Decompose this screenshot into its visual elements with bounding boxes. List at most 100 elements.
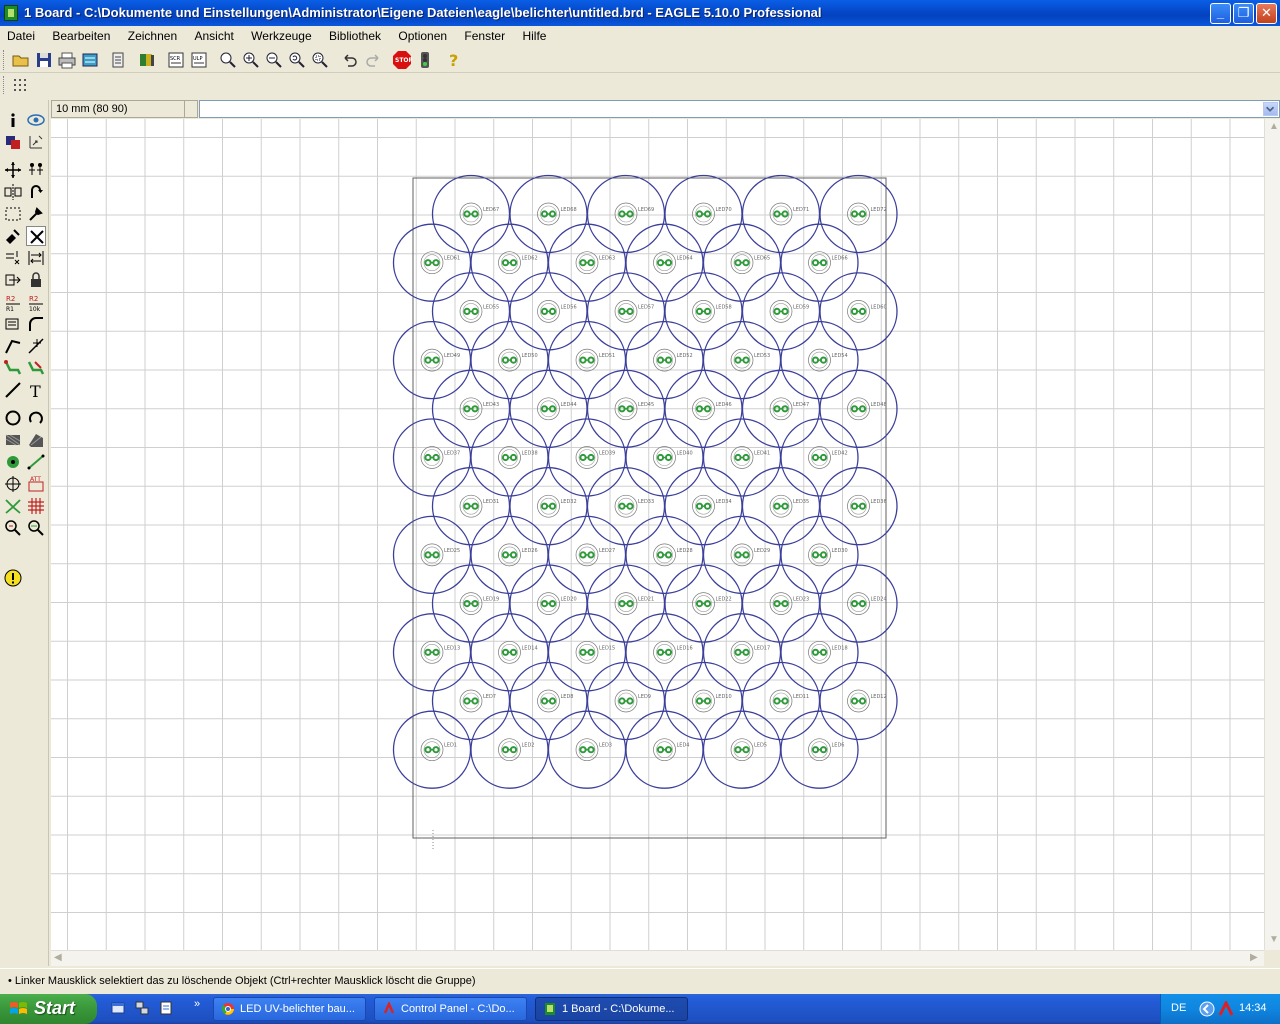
led-footprint[interactable]: LED30 [780, 515, 859, 595]
task-browser[interactable]: LED UV-belichter bau... [213, 997, 366, 1021]
language-indicator[interactable]: DE [1171, 1002, 1186, 1014]
led-footprint[interactable]: LED9 [586, 661, 666, 741]
rect-tool-icon[interactable] [3, 430, 23, 450]
led-footprint[interactable]: LED40 [625, 418, 704, 497]
script-icon[interactable]: SCR [166, 50, 186, 70]
horizontal-scrollbar[interactable]: ◀ ▶ [51, 950, 1264, 966]
close-button[interactable]: ✕ [1256, 3, 1277, 24]
led-footprint[interactable]: LED16 [625, 613, 704, 692]
led-footprint[interactable]: LED32 [509, 467, 588, 546]
led-footprint[interactable]: LED52 [625, 320, 704, 400]
zoom-redraw-icon[interactable] [287, 50, 307, 70]
led-footprint[interactable]: LED14 [470, 613, 549, 692]
led-footprint[interactable]: LED41 [702, 418, 782, 497]
save-icon[interactable] [34, 50, 54, 70]
network-quicklaunch-icon[interactable] [134, 1000, 150, 1016]
led-footprint[interactable]: LED64 [625, 223, 704, 302]
led-footprint[interactable]: LED56 [509, 272, 588, 351]
miter-tool-icon[interactable] [26, 314, 46, 334]
explorer-quicklaunch-icon[interactable] [110, 1000, 126, 1016]
led-footprint[interactable]: LED58 [664, 272, 743, 351]
lock-tool-icon[interactable] [26, 270, 46, 290]
menu-optionen[interactable]: Optionen [391, 26, 454, 46]
led-footprint[interactable]: LED25 [392, 515, 472, 595]
led-footprint[interactable]: LED29 [702, 515, 782, 595]
led-footprint[interactable]: LED39 [547, 418, 627, 497]
menu-datei[interactable]: Datei [0, 26, 42, 46]
led-footprint[interactable]: LED51 [547, 320, 627, 400]
led-footprint[interactable]: LED43 [431, 369, 511, 448]
restore-button[interactable]: ❐ [1233, 3, 1254, 24]
zoom-out-icon[interactable] [264, 50, 284, 70]
wire-tool-icon[interactable] [3, 380, 23, 400]
signal-tool-icon[interactable] [26, 452, 46, 472]
delete-tool-icon[interactable] [26, 226, 46, 246]
led-footprint[interactable]: LED54 [780, 320, 859, 400]
toolbar-grip[interactable] [3, 76, 6, 94]
led-footprint[interactable]: LED35 [741, 467, 821, 546]
led-footprint[interactable]: LED36 [819, 467, 898, 546]
led-footprint[interactable]: LED48 [819, 369, 898, 448]
scroll-right-arrow[interactable]: ▶ [1250, 952, 1258, 963]
split-tool-icon[interactable] [3, 336, 23, 356]
rotate-tool-icon[interactable] [26, 182, 46, 202]
led-footprint[interactable]: LED47 [741, 369, 821, 448]
led-footprint[interactable]: LED69 [586, 174, 666, 254]
text-tool-icon[interactable]: T [26, 380, 46, 401]
pinswap-tool-icon[interactable] [26, 248, 46, 268]
menu-hilfe[interactable]: Hilfe [515, 26, 553, 46]
mirror-tool-icon[interactable] [3, 182, 23, 202]
ratsnest-tool-icon[interactable] [3, 496, 23, 516]
antivirus-icon[interactable] [1218, 1001, 1234, 1017]
led-footprint[interactable]: LED61 [392, 223, 472, 302]
led-footprint[interactable]: LED5 [702, 710, 782, 789]
board-drawing[interactable]: LED1 LED2 LED3 LED4 LED5 LED6 LED7 LED8 LED9 LED1… [51, 119, 1264, 950]
name-tool-icon[interactable]: R2 R1 [3, 292, 23, 313]
led-footprint[interactable]: LED27 [547, 515, 627, 595]
command-history-dropdown[interactable] [1263, 102, 1278, 116]
group-tool-icon[interactable] [3, 204, 23, 224]
move-tool-icon[interactable] [3, 160, 23, 180]
led-footprint[interactable]: LED37 [392, 418, 472, 497]
led-footprint[interactable]: LED15 [547, 613, 627, 692]
menu-fenster[interactable]: Fenster [457, 26, 512, 46]
menu-ansicht[interactable]: Ansicht [187, 26, 240, 46]
led-footprint[interactable]: LED2 [470, 710, 549, 789]
start-button[interactable]: Start [0, 994, 97, 1024]
led-footprint[interactable]: LED11 [741, 661, 821, 741]
cam-icon[interactable] [80, 50, 100, 70]
arc-tool-icon[interactable] [26, 408, 46, 428]
led-footprint[interactable]: LED23 [741, 564, 821, 643]
board-schematic-switch-icon[interactable] [108, 50, 128, 70]
led-footprint[interactable]: LED60 [819, 272, 898, 351]
led-footprint[interactable]: LED17 [702, 613, 782, 692]
smash-tool-icon[interactable] [3, 314, 23, 334]
ulp-icon[interactable]: ULP [189, 50, 209, 70]
mark-tool-icon[interactable] [26, 132, 46, 152]
copy-tool-icon[interactable] [26, 160, 46, 180]
led-footprint[interactable]: LED31 [431, 467, 511, 546]
led-footprint[interactable]: LED33 [586, 467, 666, 546]
via-tool-icon[interactable] [3, 452, 23, 472]
led-footprint[interactable]: LED13 [392, 613, 472, 692]
toolbar-grip[interactable] [3, 50, 6, 70]
zoom-fit-icon[interactable] [218, 50, 238, 70]
minimize-button[interactable]: _ [1210, 3, 1231, 24]
led-footprint[interactable]: LED42 [780, 418, 859, 497]
led-footprint[interactable]: LED1 [392, 710, 472, 789]
optimize-tool-icon[interactable] [26, 336, 46, 356]
scroll-left-arrow[interactable]: ◀ [54, 952, 62, 963]
led-footprint[interactable]: LED20 [509, 564, 588, 643]
led-footprint[interactable]: LED68 [509, 174, 588, 254]
led-footprint[interactable]: LED10 [664, 661, 743, 741]
display-tool-icon[interactable] [3, 132, 23, 152]
task-control-panel[interactable]: Control Panel - C:\Do... [374, 997, 527, 1021]
library-icon[interactable] [137, 50, 157, 70]
erc-tool-icon[interactable] [3, 518, 23, 538]
hole-tool-icon[interactable] [3, 474, 23, 494]
zoom-select-icon[interactable] [310, 50, 330, 70]
led-footprint[interactable]: LED59 [741, 272, 821, 351]
board-canvas[interactable]: LED1 LED2 LED3 LED4 LED5 LED6 LED7 LED8 LED9 LED1… [51, 119, 1264, 950]
zoom-in-icon[interactable] [241, 50, 261, 70]
clock[interactable]: 14:34 [1239, 1002, 1267, 1014]
